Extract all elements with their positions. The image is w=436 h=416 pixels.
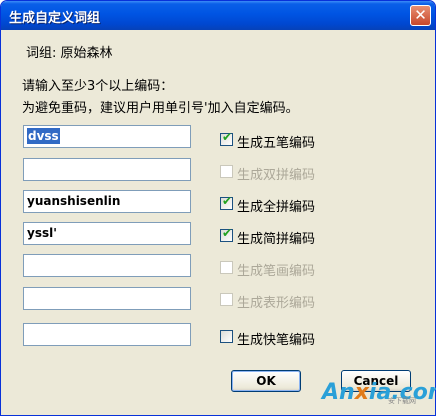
checkbox-quanpin[interactable]: ✔ <box>220 194 233 210</box>
option-label-quanpin: 生成全拼编码 <box>237 200 316 215</box>
watermark-brand-x: x <box>354 380 369 405</box>
code-input-3-value: yuanshisenlin <box>27 194 121 208</box>
code-input-3[interactable]: yuanshisenlin <box>23 190 191 213</box>
instruction-line-2: 为避免重码，建议用户用单引号'加入自定编码。 <box>22 101 299 116</box>
instruction-line-1: 请输入至少3个以上编码： <box>22 79 174 94</box>
checkbox-bihua <box>220 261 233 274</box>
option-label-wubi: 生成五笔编码 <box>237 136 316 151</box>
checkbox-jianpin[interactable]: ✔ <box>220 226 233 242</box>
option-label-bihua: 生成笔画编码 <box>237 264 316 279</box>
watermark-logo: Anxia.com <box>322 380 436 405</box>
code-input-7[interactable] <box>23 323 191 346</box>
code-input-1-value: dvss <box>27 128 60 144</box>
option-label-kuaibi: 生成快笔编码 <box>237 333 316 348</box>
checkbox-biaoxing <box>220 293 233 306</box>
option-label-shuangpin: 生成双拼编码 <box>237 168 316 183</box>
option-label-biaoxing: 生成表形编码 <box>237 296 316 311</box>
window-title: 生成自定义词组 <box>9 11 101 26</box>
option-label-jianpin: 生成简拼编码 <box>237 232 316 247</box>
checkmark-icon: ✔ <box>222 226 233 240</box>
ok-button[interactable]: OK <box>231 370 301 392</box>
phrase-label: 词组: 原始森林 <box>26 46 113 61</box>
checkbox-kuaibi[interactable] <box>220 330 233 343</box>
checkmark-icon: ✔ <box>222 194 233 208</box>
watermark-subtext: 安下载网 <box>388 397 416 405</box>
code-input-4-value: yssl' <box>27 226 57 240</box>
code-input-5[interactable] <box>23 254 191 277</box>
code-input-6[interactable] <box>23 287 191 310</box>
checkmark-icon: ✔ <box>222 130 233 144</box>
close-icon: ✕ <box>414 6 427 24</box>
watermark-brand-a: An <box>322 380 355 405</box>
code-input-4[interactable]: yssl' <box>23 222 191 245</box>
checkbox-wubi[interactable]: ✔ <box>220 130 233 146</box>
code-input-2[interactable] <box>23 158 191 181</box>
checkbox-shuangpin <box>220 165 233 178</box>
dialog-window: 生成自定义词组 ✕ 词组: 原始森林 请输入至少3个以上编码： 为避免重码，建议… <box>0 0 436 416</box>
code-input-1[interactable]: dvss <box>23 125 191 148</box>
close-button[interactable]: ✕ <box>410 5 431 26</box>
title-bar[interactable]: 生成自定义词组 ✕ <box>1 1 435 30</box>
